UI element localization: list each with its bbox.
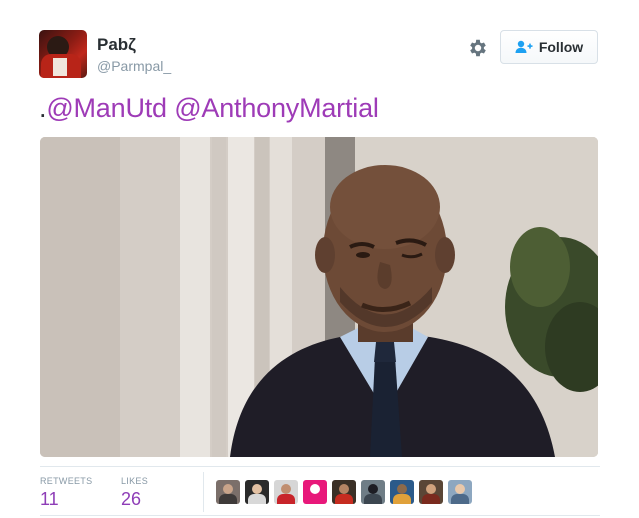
add-user-icon (515, 40, 533, 54)
likers-avatar-list (216, 480, 472, 504)
liker-avatar-head (397, 484, 407, 494)
retweets-label: RETWEETS (40, 476, 93, 486)
avatar-figure-collar (53, 58, 67, 76)
author-handle[interactable]: @Parmpal_ (97, 58, 171, 74)
tweet-text: .@ManUtd @AnthonyMartial (39, 93, 379, 124)
liker-avatar-head (223, 484, 233, 494)
liker-avatar-head (426, 484, 436, 494)
liker-avatar-body (364, 494, 382, 504)
follow-button[interactable]: Follow (500, 30, 598, 64)
liker-avatar-5[interactable] (332, 480, 356, 504)
liker-avatar-head (310, 484, 320, 494)
liker-avatar-head (455, 484, 465, 494)
mention-link-anthonymartial[interactable]: @AnthonyMartial (174, 93, 379, 123)
likes-label: LIKES (121, 476, 149, 486)
liker-avatar-4[interactable] (303, 480, 327, 504)
liker-avatar-6[interactable] (361, 480, 385, 504)
liker-avatar-body (248, 494, 266, 504)
liker-avatar-head (368, 484, 378, 494)
likes-count[interactable]: 26 (121, 489, 141, 510)
tweet-media-photo[interactable] (40, 137, 598, 457)
liker-avatar-1[interactable] (216, 480, 240, 504)
liker-avatar-7[interactable] (390, 480, 414, 504)
retweets-count[interactable]: 11 (40, 489, 59, 510)
author-display-name[interactable]: Pabζ (97, 35, 136, 55)
liker-avatar-body (451, 494, 469, 504)
follow-button-label: Follow (538, 39, 584, 55)
mention-link-manutd[interactable]: @ManUtd (46, 93, 167, 123)
liker-avatar-2[interactable] (245, 480, 269, 504)
liker-avatar-body (422, 494, 440, 504)
liker-avatar-8[interactable] (419, 480, 443, 504)
gear-icon[interactable] (467, 37, 489, 59)
liker-avatar-3[interactable] (274, 480, 298, 504)
liker-avatar-head (252, 484, 262, 494)
author-avatar[interactable] (39, 30, 87, 78)
liker-avatar-body (219, 494, 237, 504)
liker-avatar-9[interactable] (448, 480, 472, 504)
liker-avatar-body (277, 494, 295, 504)
liker-avatar-head (281, 484, 291, 494)
stats-bottom-divider (40, 515, 600, 516)
liker-avatar-body (393, 494, 411, 504)
stats-top-divider (40, 466, 600, 467)
liker-avatar-head (339, 484, 349, 494)
liker-avatar-body (306, 494, 324, 504)
stats-separator (203, 472, 204, 512)
liker-avatar-body (335, 494, 353, 504)
photo-illustration (40, 137, 598, 457)
